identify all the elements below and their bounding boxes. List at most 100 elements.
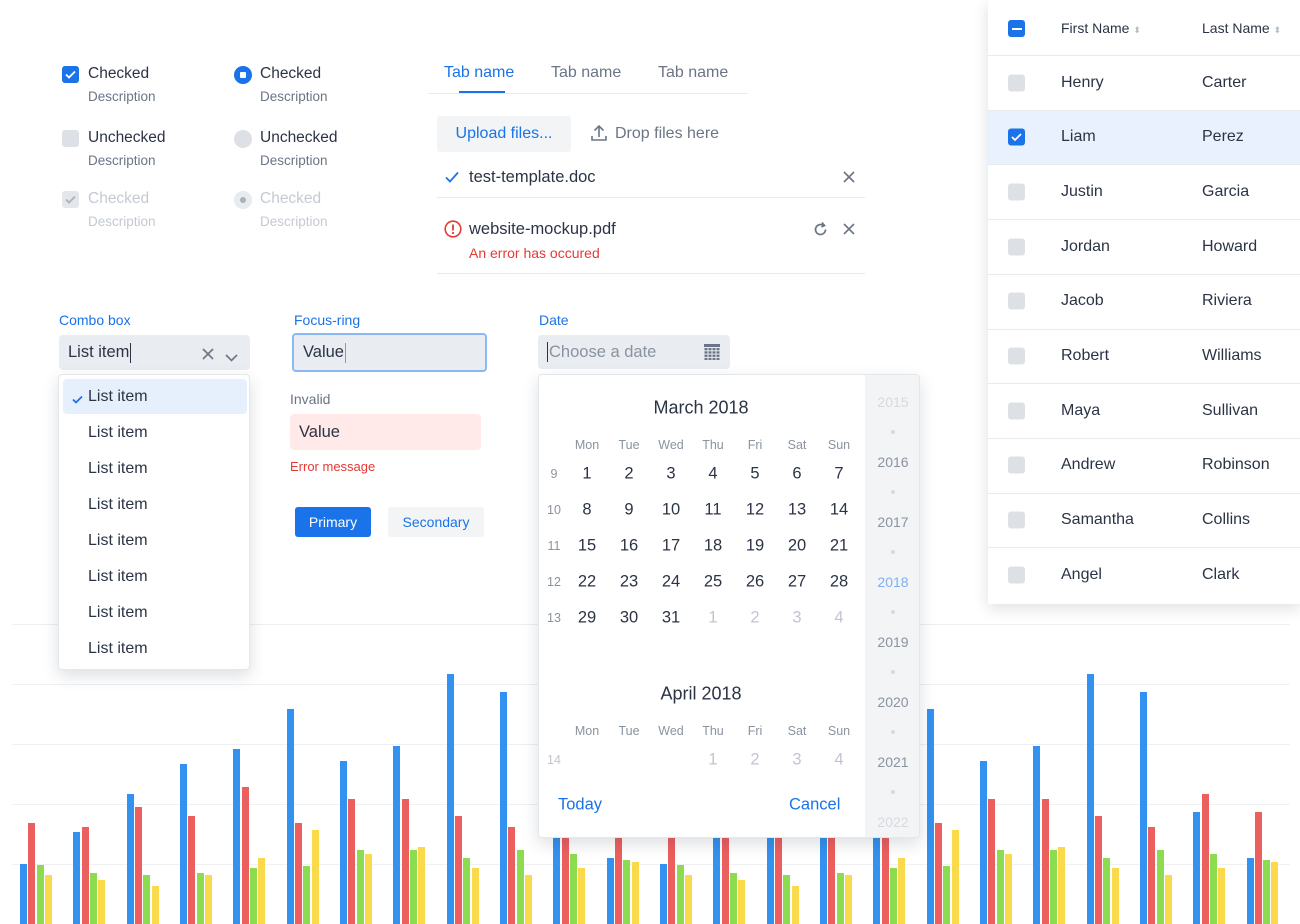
table-row[interactable]: Andrew Robinson <box>988 437 1300 492</box>
chevron-down-icon[interactable] <box>225 348 238 367</box>
calendar-day[interactable]: 25 <box>698 573 728 592</box>
row-checkbox[interactable] <box>1008 566 1025 584</box>
dropdown-option[interactable]: List item <box>63 523 247 558</box>
calendar-day[interactable]: 18 <box>698 537 728 556</box>
year-option[interactable]: 2019 <box>865 634 919 650</box>
calendar-day[interactable]: 8 <box>572 501 602 520</box>
calendar-day[interactable]: 30 <box>614 609 644 628</box>
checkbox-disabled-checked[interactable]: Checked Description <box>62 190 212 234</box>
calendar-day[interactable]: 2 <box>740 751 770 770</box>
select-all-checkbox[interactable] <box>1008 20 1025 37</box>
remove-file-icon[interactable] <box>842 222 856 241</box>
year-option[interactable]: 2017 <box>865 514 919 530</box>
calendar-day[interactable]: 3 <box>782 751 812 770</box>
calendar-day[interactable]: 31 <box>656 609 686 628</box>
calendar-day[interactable]: 1 <box>698 751 728 770</box>
calendar-day[interactable]: 20 <box>782 537 812 556</box>
clear-icon[interactable] <box>202 346 214 365</box>
calendar-day[interactable]: 4 <box>698 465 728 484</box>
calendar-day[interactable]: 4 <box>824 751 854 770</box>
focus-ring-input[interactable]: Value <box>292 333 487 372</box>
table-row[interactable]: Justin Garcia <box>988 164 1300 218</box>
dropdown-option[interactable]: List item <box>63 451 247 486</box>
row-checkbox[interactable] <box>1008 183 1025 201</box>
table-row[interactable]: Maya Sullivan <box>988 383 1300 437</box>
dropdown-option[interactable]: List item <box>63 487 247 522</box>
calendar-day[interactable]: 15 <box>572 537 602 556</box>
column-header-last-name[interactable]: Last Name ⬍ <box>1202 20 1281 36</box>
checkbox-unchecked[interactable]: Unchecked Description <box>62 129 212 173</box>
tab-2[interactable]: Tab name <box>551 64 621 82</box>
combo-box-input[interactable]: List item <box>59 335 250 370</box>
calendar-day[interactable]: 2 <box>614 465 644 484</box>
calendar-day[interactable]: 19 <box>740 537 770 556</box>
checkbox-checked[interactable]: Checked Description <box>62 65 212 109</box>
calendar-day[interactable]: 24 <box>656 573 686 592</box>
calendar-day[interactable]: 9 <box>614 501 644 520</box>
table-row[interactable]: Liam Perez <box>988 109 1300 164</box>
calendar-day[interactable]: 29 <box>572 609 602 628</box>
calendar-day[interactable]: 6 <box>782 465 812 484</box>
retry-icon[interactable] <box>812 221 829 243</box>
checkbox-control[interactable] <box>62 130 79 147</box>
invalid-input[interactable]: Value <box>290 414 481 450</box>
table-row[interactable]: Jordan Howard <box>988 219 1300 273</box>
row-checkbox[interactable] <box>1008 238 1025 256</box>
tab-1[interactable]: Tab name <box>444 64 514 82</box>
year-option[interactable]: 2020 <box>865 694 919 710</box>
row-checkbox[interactable] <box>1008 74 1025 91</box>
upload-files-button[interactable]: Upload files... <box>437 116 571 152</box>
calendar-day[interactable]: 13 <box>782 501 812 520</box>
dropdown-option[interactable]: List item <box>63 595 247 630</box>
calendar-day[interactable]: 4 <box>824 609 854 628</box>
year-option[interactable]: 2015 <box>865 394 919 410</box>
calendar-day[interactable]: 1 <box>572 465 602 484</box>
calendar-day[interactable]: 7 <box>824 465 854 484</box>
radio-disabled-checked[interactable]: Checked Description <box>234 190 384 234</box>
calendar-day[interactable]: 1 <box>698 609 728 628</box>
row-checkbox[interactable] <box>1008 292 1025 310</box>
cancel-button[interactable]: Cancel <box>789 796 840 815</box>
calendar-day[interactable]: 11 <box>698 501 728 520</box>
row-checkbox[interactable] <box>1008 128 1025 146</box>
year-scroller[interactable]: 2015 2016 2017 2018 2019 2020 2021 2022 <box>865 375 919 837</box>
column-header-first-name[interactable]: First Name ⬍ <box>1061 20 1141 36</box>
row-checkbox[interactable] <box>1008 456 1025 474</box>
calendar-day[interactable]: 5 <box>740 465 770 484</box>
tab-3[interactable]: Tab name <box>658 64 728 82</box>
calendar-day[interactable]: 17 <box>656 537 686 556</box>
radio-control[interactable] <box>234 191 252 209</box>
date-input[interactable]: Choose a date <box>538 335 730 369</box>
checkbox-control[interactable] <box>62 191 79 208</box>
calendar-day[interactable]: 26 <box>740 573 770 592</box>
radio-checked[interactable]: Checked Description <box>234 65 384 109</box>
checkbox-control[interactable] <box>62 66 79 83</box>
dropdown-option[interactable]: List item <box>63 415 247 450</box>
primary-button[interactable]: Primary <box>295 507 371 537</box>
calendar-day[interactable]: 14 <box>824 501 854 520</box>
calendar-day[interactable]: 16 <box>614 537 644 556</box>
calendar-day[interactable]: 22 <box>572 573 602 592</box>
row-checkbox[interactable] <box>1008 402 1025 420</box>
today-button[interactable]: Today <box>558 796 602 815</box>
table-row[interactable]: Jacob Riviera <box>988 273 1300 328</box>
row-checkbox[interactable] <box>1008 347 1025 365</box>
calendar-day[interactable]: 28 <box>824 573 854 592</box>
calendar-day[interactable]: 2 <box>740 609 770 628</box>
calendar-day[interactable]: 21 <box>824 537 854 556</box>
calendar-day[interactable]: 12 <box>740 501 770 520</box>
calendar-day[interactable]: 3 <box>656 465 686 484</box>
dropdown-option[interactable]: List item <box>63 631 247 666</box>
year-option[interactable]: 2018 <box>865 574 919 590</box>
table-row[interactable]: Samantha Collins <box>988 492 1300 547</box>
row-checkbox[interactable] <box>1008 511 1025 529</box>
calendar-icon[interactable] <box>704 344 720 365</box>
radio-unchecked[interactable]: Unchecked Description <box>234 129 384 173</box>
table-row[interactable]: Henry Carter <box>988 55 1300 109</box>
year-option[interactable]: 2016 <box>865 454 919 470</box>
calendar-day[interactable]: 3 <box>782 609 812 628</box>
calendar-day[interactable]: 10 <box>656 501 686 520</box>
table-row[interactable]: Robert Williams <box>988 328 1300 383</box>
radio-control[interactable] <box>234 130 252 148</box>
calendar-day[interactable]: 23 <box>614 573 644 592</box>
